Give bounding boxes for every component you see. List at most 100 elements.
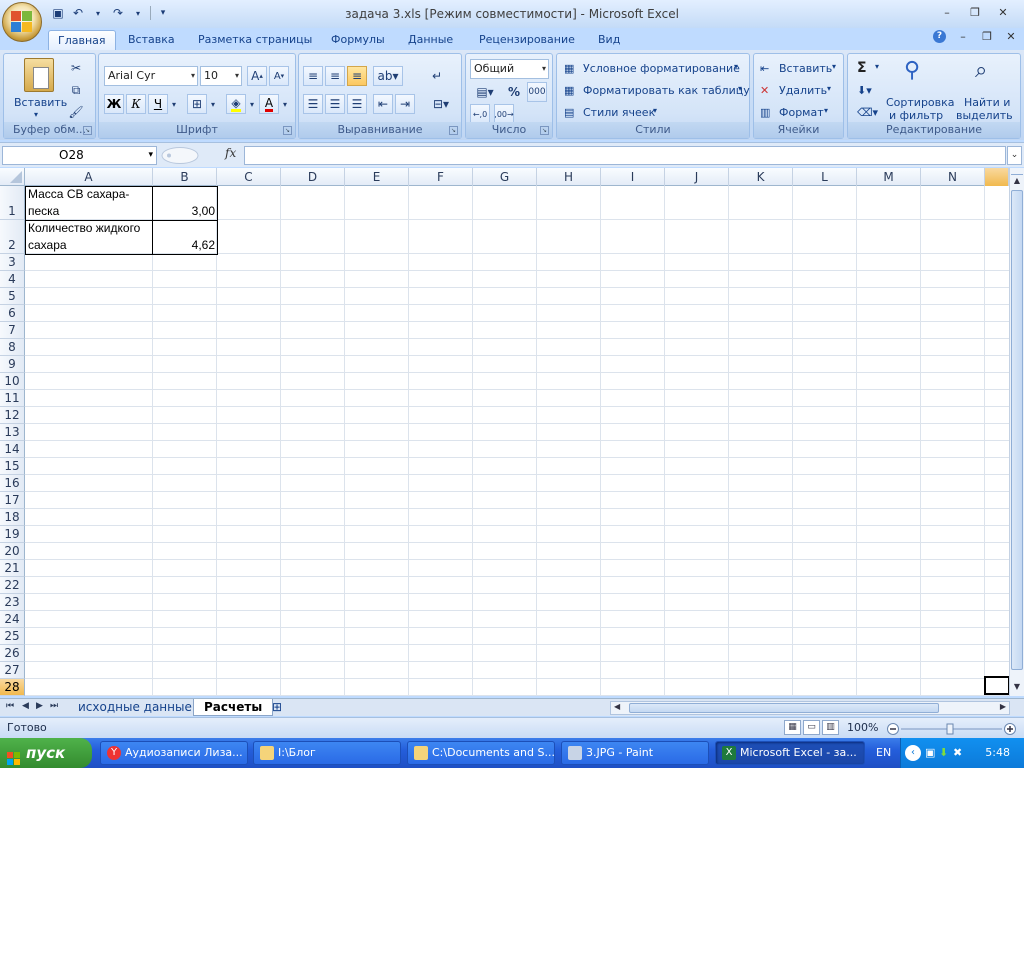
cell-a1-line1[interactable]: Масса СВ сахара- — [26, 186, 152, 203]
page-layout-view-icon[interactable]: ▭ — [803, 720, 820, 735]
row-header-14[interactable]: 14 — [0, 441, 25, 458]
column-header-b[interactable]: B — [153, 168, 217, 186]
horizontal-scrollbar[interactable]: ◀ ▶ — [610, 701, 1010, 715]
find-select-label-2[interactable]: выделить — [956, 109, 1013, 122]
format-table-dropdown-icon[interactable]: ▾ — [738, 84, 742, 93]
tab-formulas[interactable]: Формулы — [322, 30, 394, 50]
row-header-23[interactable]: 23 — [0, 594, 25, 611]
font-launcher-icon[interactable]: ↘ — [283, 126, 292, 135]
column-header-o[interactable] — [985, 168, 1009, 186]
row-header-21[interactable]: 21 — [0, 560, 25, 577]
row-header-5[interactable]: 5 — [0, 288, 25, 305]
start-button[interactable]: пуск — [0, 738, 92, 768]
first-sheet-icon[interactable]: ⏮ — [6, 701, 14, 711]
font-name-select[interactable]: Arial Cyr ▾ — [104, 66, 198, 86]
office-button[interactable] — [2, 2, 42, 42]
autosum-button[interactable]: Σ — [857, 60, 867, 76]
cell-b2[interactable]: 4,62 — [153, 237, 217, 254]
tab-home[interactable]: Главная — [48, 30, 116, 50]
row-header-8[interactable]: 8 — [0, 339, 25, 356]
column-header-n[interactable]: N — [921, 168, 985, 186]
decrease-indent-icon[interactable]: ⇤ — [373, 94, 393, 114]
row-header-17[interactable]: 17 — [0, 492, 25, 509]
align-right-icon[interactable]: ☰ — [347, 94, 367, 114]
zoom-level[interactable]: 100% — [847, 721, 878, 734]
wrap-text-icon[interactable]: ↵ — [427, 66, 447, 86]
taskbar-item-excel[interactable]: X Microsoft Excel - за... — [715, 741, 865, 765]
cell-a1-line2[interactable]: песка — [26, 203, 152, 220]
scroll-right-icon[interactable]: ▶ — [1000, 702, 1006, 711]
increase-indent-icon[interactable]: ⇥ — [395, 94, 415, 114]
cut-icon[interactable]: ✂ — [66, 58, 86, 78]
name-box-dropdown-icon[interactable]: ▾ — [148, 147, 153, 164]
row-header-20[interactable]: 20 — [0, 543, 25, 560]
insert-function-icon[interactable]: fx — [225, 146, 236, 160]
column-header-d[interactable]: D — [281, 168, 345, 186]
column-header-j[interactable]: J — [665, 168, 729, 186]
row-header-12[interactable]: 12 — [0, 407, 25, 424]
align-center-icon[interactable]: ☰ — [325, 94, 345, 114]
column-header-a[interactable]: A — [25, 168, 153, 186]
minimize-button[interactable]: – — [940, 5, 954, 19]
taskbar-item-blog-folder[interactable]: I:\Блог — [253, 741, 401, 765]
sheet-tab-source-data[interactable]: исходные данные — [68, 699, 202, 716]
last-sheet-icon[interactable]: ⏭ — [50, 701, 58, 711]
grow-font-icon[interactable]: A ▴ — [247, 66, 267, 86]
tab-page-layout[interactable]: Разметка страницы — [189, 30, 321, 50]
cell-a2-line1[interactable]: Количество жидкого — [26, 220, 152, 237]
number-format-select[interactable]: Общий ▾ — [470, 59, 549, 79]
column-header-l[interactable]: L — [793, 168, 857, 186]
delete-cells-dropdown-icon[interactable]: ▾ — [827, 84, 831, 93]
cell-styles-dropdown-icon[interactable]: ▾ — [653, 106, 657, 115]
find-select-label-1[interactable]: Найти и — [964, 96, 1010, 109]
doc-close-button[interactable]: ✕ — [1004, 30, 1018, 43]
tab-insert[interactable]: Вставка — [119, 30, 184, 50]
percent-button[interactable]: % — [504, 82, 524, 102]
paste-icon[interactable] — [24, 58, 54, 92]
cell-a2-line2[interactable]: сахара — [26, 237, 152, 254]
conditional-format-dropdown-icon[interactable]: ▾ — [734, 62, 738, 71]
align-bottom-icon[interactable]: ≡ — [347, 66, 367, 86]
row-header-13[interactable]: 13 — [0, 424, 25, 441]
fill-icon[interactable]: ⬇▾ — [857, 84, 872, 97]
column-header-c[interactable]: C — [217, 168, 281, 186]
next-sheet-icon[interactable]: ▶ — [36, 701, 43, 711]
doc-restore-button[interactable]: ❐ — [980, 30, 994, 43]
underline-button[interactable]: Ч — [148, 94, 168, 114]
cell-styles-button[interactable]: Стили ячеек — [583, 106, 655, 119]
select-all-corner[interactable] — [0, 168, 25, 186]
close-button[interactable]: ✕ — [996, 5, 1010, 19]
scroll-left-icon[interactable]: ◀ — [614, 702, 620, 711]
taskbar-item-paint[interactable]: 3.JPG - Paint — [561, 741, 709, 765]
column-header-f[interactable]: F — [409, 168, 473, 186]
format-cells-dropdown-icon[interactable]: ▾ — [824, 106, 828, 115]
insert-sheet-icon[interactable]: ⊞ — [266, 699, 288, 716]
underline-dropdown-icon[interactable]: ▾ — [169, 94, 179, 114]
column-header-g[interactable]: G — [473, 168, 537, 186]
font-color-dropdown-icon[interactable]: ▾ — [280, 94, 290, 114]
worksheet-grid[interactable]: A B C D E F G H I J K L M N 1 2 3 4 5 6 7 8 9 10 1… — [0, 168, 1009, 696]
row-header-2[interactable]: 2 — [0, 220, 25, 254]
tab-data[interactable]: Данные — [399, 30, 462, 50]
row-header-22[interactable]: 22 — [0, 577, 25, 594]
format-table-button[interactable]: Форматировать как таблицу — [583, 84, 750, 97]
column-header-k[interactable]: K — [729, 168, 793, 186]
taskbar-item-audio[interactable]: Y Аудиозаписи Лиза... — [100, 741, 248, 765]
zoom-slider[interactable] — [887, 722, 1017, 736]
row-header-9[interactable]: 9 — [0, 356, 25, 373]
vk-icon[interactable]: ✖ — [953, 746, 962, 759]
column-header-i[interactable]: I — [601, 168, 665, 186]
orientation-icon[interactable]: ab▾ — [373, 66, 403, 86]
thousands-button[interactable]: 000 — [527, 82, 547, 102]
fill-color-dropdown-icon[interactable]: ▾ — [247, 94, 257, 114]
column-header-e[interactable]: E — [345, 168, 409, 186]
increase-decimal-icon[interactable]: ←,0 — [470, 104, 490, 124]
alignment-launcher-icon[interactable]: ↘ — [449, 126, 458, 135]
row-header-1[interactable]: 1 — [0, 186, 25, 220]
doc-minimize-button[interactable]: – — [956, 30, 970, 43]
sort-filter-icon[interactable]: ⚲ — [904, 58, 920, 83]
cell-b1[interactable]: 3,00 — [153, 203, 217, 220]
taskbar-item-documents-folder[interactable]: C:\Documents and S... — [407, 741, 555, 765]
conditional-format-button[interactable]: Условное форматирование — [583, 62, 740, 75]
help-icon[interactable]: ? — [933, 30, 946, 43]
